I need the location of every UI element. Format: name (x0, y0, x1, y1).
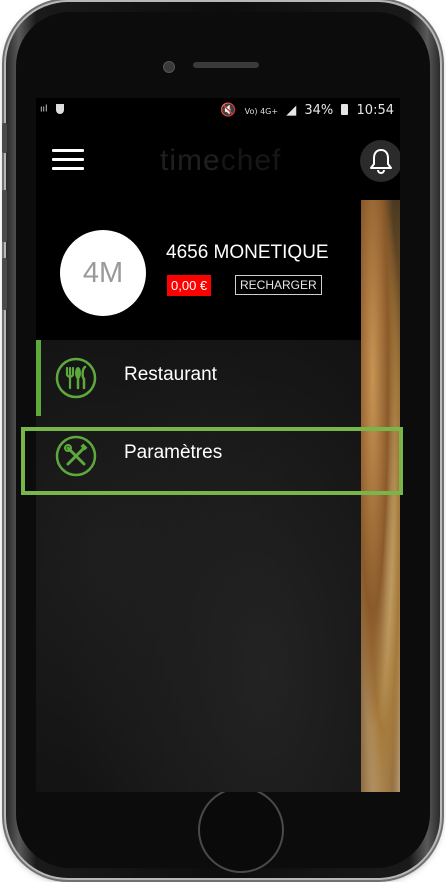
cutlery-icon (55, 357, 97, 399)
status-right: 🔇 Vo) 4G+ ◢ 34% 10:54 (216, 103, 394, 118)
front-camera (163, 61, 175, 73)
shield-icon (56, 104, 65, 114)
status-left: ııl (40, 104, 65, 115)
volume-up-button (2, 190, 7, 242)
highlight-annotation (21, 427, 403, 495)
signal-icon: ııl (40, 104, 48, 115)
recharge-button[interactable]: RECHARGER (235, 275, 322, 295)
navigation-drawer: 4M 4656 MONETIQUE 0,00 € RECHARGER Resta… (36, 200, 361, 792)
menu-item-label: Restaurant (124, 364, 217, 385)
network-type: Vo) 4G+ (244, 107, 279, 116)
menu-item-restaurant[interactable]: Restaurant (36, 340, 361, 416)
notifications-button[interactable] (360, 140, 400, 182)
hamburger-menu-icon[interactable] (52, 149, 84, 171)
bell-icon (370, 149, 392, 174)
clock: 10:54 (356, 103, 394, 118)
home-button[interactable] (198, 787, 284, 873)
status-bar: ııl 🔇 Vo) 4G+ ◢ 34% 10:54 (36, 98, 400, 124)
mute-switch (2, 123, 7, 153)
background-food-image (361, 200, 400, 792)
battery-percent: 34% (304, 103, 334, 118)
drawer-header: 4M 4656 MONETIQUE 0,00 € RECHARGER (36, 200, 361, 340)
battery-icon (341, 104, 349, 115)
cell-signal-icon: ◢ (286, 103, 297, 118)
app-brand-logo: timechef (160, 144, 282, 177)
earpiece-speaker (193, 62, 259, 68)
balance-badge: 0,00 € (167, 275, 212, 296)
app-bar: timechef (36, 124, 400, 200)
volume-down-button (2, 258, 7, 310)
mute-icon: 🔇 (220, 103, 237, 118)
avatar: 4M (60, 230, 146, 316)
user-name: 4656 MONETIQUE (166, 242, 329, 263)
